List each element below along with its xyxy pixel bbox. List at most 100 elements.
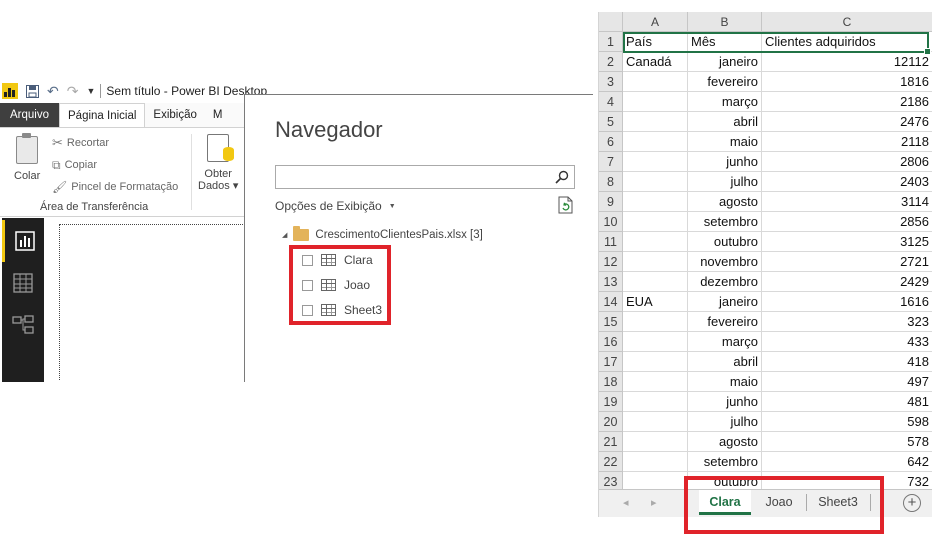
cell-a[interactable] xyxy=(623,392,688,412)
cell-b[interactable]: novembro xyxy=(688,252,762,272)
cell-c[interactable]: 2429 xyxy=(762,272,932,292)
row-header[interactable]: 2 xyxy=(599,52,623,72)
cell-c[interactable]: 497 xyxy=(762,372,932,392)
cell-c[interactable]: 2186 xyxy=(762,92,932,112)
cell-a[interactable]: Canadá xyxy=(623,52,688,72)
row-header[interactable]: 22 xyxy=(599,452,623,472)
row-header[interactable]: 11 xyxy=(599,232,623,252)
row-header[interactable]: 23 xyxy=(599,472,623,490)
cell-c[interactable]: 418 xyxy=(762,352,932,372)
cell-b[interactable]: julho xyxy=(688,412,762,432)
cell-c[interactable]: 2806 xyxy=(762,152,932,172)
cell-c[interactable]: 2403 xyxy=(762,172,932,192)
cell-a[interactable] xyxy=(623,332,688,352)
cell-a[interactable] xyxy=(623,72,688,92)
cell-a[interactable]: País xyxy=(623,32,688,52)
tab-modelagem[interactable]: M xyxy=(205,103,231,127)
model-view-button[interactable] xyxy=(2,304,44,346)
row-header[interactable]: 14 xyxy=(599,292,623,312)
cell-b[interactable]: maio xyxy=(688,372,762,392)
tab-arquivo[interactable]: Arquivo xyxy=(0,103,59,127)
cell-a[interactable] xyxy=(623,232,688,252)
row-header[interactable]: 4 xyxy=(599,92,623,112)
cell-a[interactable] xyxy=(623,432,688,452)
row-header[interactable]: 21 xyxy=(599,432,623,452)
tab-pagina-inicial[interactable]: Página Inicial xyxy=(59,103,146,127)
cell-c[interactable]: 433 xyxy=(762,332,932,352)
cell-a[interactable] xyxy=(623,412,688,432)
report-canvas[interactable] xyxy=(59,224,245,380)
cell-a[interactable] xyxy=(623,272,688,292)
report-view-button[interactable] xyxy=(2,220,44,262)
cell-a[interactable] xyxy=(623,192,688,212)
cell-b[interactable]: abril xyxy=(688,112,762,132)
row-header[interactable]: 7 xyxy=(599,152,623,172)
row-header[interactable]: 10 xyxy=(599,212,623,232)
row-header[interactable]: 19 xyxy=(599,392,623,412)
row-header[interactable]: 5 xyxy=(599,112,623,132)
row-header[interactable]: 17 xyxy=(599,352,623,372)
expand-triangle-icon[interactable]: ◢ xyxy=(282,231,287,239)
cell-a[interactable] xyxy=(623,92,688,112)
cell-b[interactable]: março xyxy=(688,92,762,112)
cell-a[interactable]: EUA xyxy=(623,292,688,312)
cell-c[interactable]: 323 xyxy=(762,312,932,332)
select-all-corner[interactable] xyxy=(599,12,623,32)
add-sheet-icon[interactable]: + xyxy=(903,494,921,512)
cell-c[interactable]: 2856 xyxy=(762,212,932,232)
row-header[interactable]: 8 xyxy=(599,172,623,192)
column-header-a[interactable]: A xyxy=(623,12,688,32)
cell-a[interactable] xyxy=(623,132,688,152)
cell-a[interactable] xyxy=(623,312,688,332)
cell-c[interactable]: 642 xyxy=(762,452,932,472)
cell-c[interactable]: 598 xyxy=(762,412,932,432)
cell-c[interactable]: 3114 xyxy=(762,192,932,212)
cell-b[interactable]: agosto xyxy=(688,192,762,212)
prev-sheet-icon[interactable]: ◂ xyxy=(623,496,629,509)
data-view-button[interactable] xyxy=(2,262,44,304)
file-tree-node[interactable]: ◢ CrescimentoClientesPais.xlsx [3] xyxy=(282,226,483,241)
cell-b[interactable]: setembro xyxy=(688,452,762,472)
cell-c[interactable]: 578 xyxy=(762,432,932,452)
cell-a[interactable] xyxy=(623,212,688,232)
cell-b[interactable]: abril xyxy=(688,352,762,372)
search-icon[interactable] xyxy=(555,170,569,184)
cell-a[interactable] xyxy=(623,152,688,172)
display-options-dropdown[interactable]: Opções de Exibição ▼ xyxy=(275,199,396,213)
cell-b[interactable]: setembro xyxy=(688,212,762,232)
cell-c[interactable]: 481 xyxy=(762,392,932,412)
undo-icon[interactable]: ↶ xyxy=(47,83,59,100)
row-header[interactable]: 15 xyxy=(599,312,623,332)
cell-c[interactable]: 2476 xyxy=(762,112,932,132)
cell-b[interactable]: junho xyxy=(688,392,762,412)
row-header[interactable]: 16 xyxy=(599,332,623,352)
cell-a[interactable] xyxy=(623,452,688,472)
row-header[interactable]: 18 xyxy=(599,372,623,392)
cell-b[interactable]: Mês xyxy=(688,32,762,52)
row-header[interactable]: 20 xyxy=(599,412,623,432)
column-header-b[interactable]: B xyxy=(688,12,762,32)
row-header[interactable]: 3 xyxy=(599,72,623,92)
row-header[interactable]: 6 xyxy=(599,132,623,152)
cell-c[interactable]: 2721 xyxy=(762,252,932,272)
cell-b[interactable]: março xyxy=(688,332,762,352)
cell-c[interactable]: Clientes adquiridos xyxy=(762,32,932,52)
format-painter-button[interactable]: 🖌 Pincel de Formatação xyxy=(52,178,178,196)
copy-button[interactable]: ⧉ Copiar xyxy=(52,156,97,174)
row-header[interactable]: 12 xyxy=(599,252,623,272)
column-header-c[interactable]: C xyxy=(762,12,932,32)
cell-b[interactable]: maio xyxy=(688,132,762,152)
row-header[interactable]: 1 xyxy=(599,32,623,52)
cell-c[interactable]: 12112 xyxy=(762,52,932,72)
cell-b[interactable]: janeiro xyxy=(688,292,762,312)
cell-c[interactable]: 1816 xyxy=(762,72,932,92)
cell-b[interactable]: julho xyxy=(688,172,762,192)
row-header[interactable]: 13 xyxy=(599,272,623,292)
cell-c[interactable]: 1616 xyxy=(762,292,932,312)
save-icon[interactable] xyxy=(26,84,39,98)
get-data-button[interactable]: Obter Dados ▾ xyxy=(198,134,238,193)
cell-a[interactable] xyxy=(623,372,688,392)
cell-b[interactable]: junho xyxy=(688,152,762,172)
cell-c[interactable]: 2118 xyxy=(762,132,932,152)
cell-a[interactable] xyxy=(623,472,688,490)
